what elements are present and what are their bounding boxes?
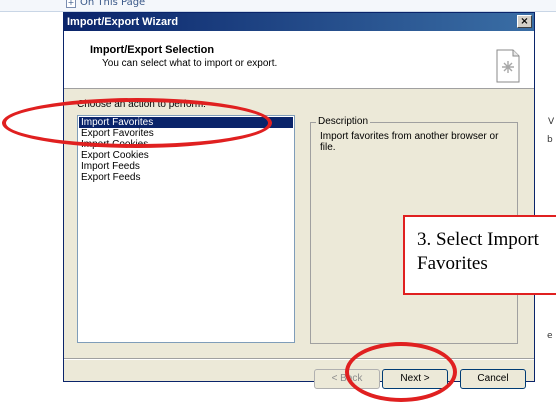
expand-plus-icon[interactable]: +	[66, 0, 76, 8]
instruction-callout: 3. Select Import Favorites	[403, 215, 556, 295]
callout-line: 3. Select Import	[417, 229, 539, 250]
close-icon: ×	[520, 16, 529, 27]
wizard-document-icon	[496, 49, 520, 83]
cancel-button[interactable]: Cancel	[460, 369, 526, 389]
background-text-fragment: b	[547, 135, 553, 145]
action-list[interactable]: Import Favorites Export Favorites Import…	[77, 115, 295, 343]
highlight-ring-import-favorites	[2, 98, 272, 148]
background-text-fragment: e	[547, 331, 553, 341]
header-title: Import/Export Selection	[90, 44, 215, 56]
button-separator	[64, 358, 534, 360]
callout-text: 3. Select Import Favorites	[417, 228, 539, 276]
action-item-export-feeds[interactable]: Export Feeds	[79, 172, 293, 183]
action-item-export-cookies[interactable]: Export Cookies	[79, 150, 293, 161]
close-button[interactable]: ×	[517, 15, 532, 28]
action-item-import-feeds[interactable]: Import Feeds	[79, 161, 293, 172]
import-export-wizard-window: Import/Export Wizard × Import/Export Sel…	[63, 12, 535, 389]
background-text-fragment: V	[548, 117, 555, 127]
window-titlebar[interactable]: Import/Export Wizard	[64, 13, 534, 31]
callout-line: Favorites	[417, 253, 488, 274]
highlight-ring-next-button	[345, 342, 457, 402]
on-this-page-label: On This Page	[80, 0, 146, 8]
wizard-header-panel: Import/Export Selection You can select w…	[64, 31, 534, 89]
description-text: Import favorites from another browser or…	[320, 131, 499, 153]
header-subtitle: You can select what to import or export.	[102, 58, 278, 69]
window-title: Import/Export Wizard	[67, 16, 179, 28]
description-legend: Description	[316, 116, 371, 127]
on-this-page-link[interactable]: + On This Page	[66, 0, 145, 8]
